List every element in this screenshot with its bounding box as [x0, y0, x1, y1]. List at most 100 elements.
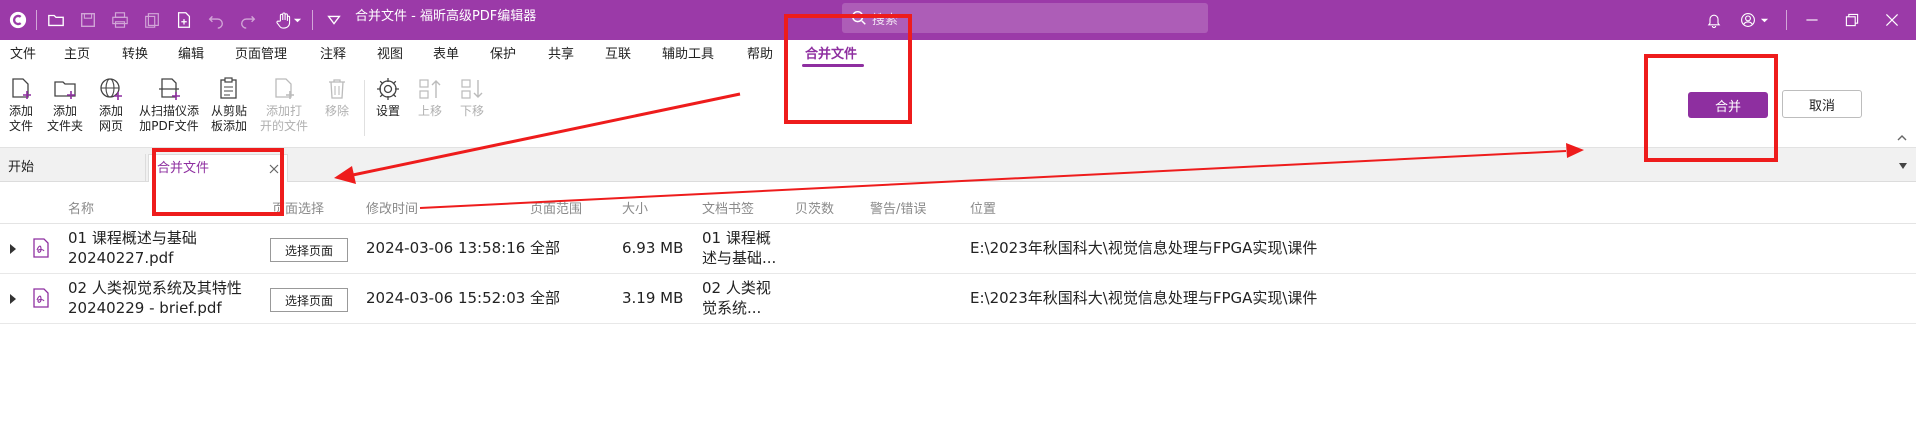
file-name-line1: 01 课程概述与基础	[68, 229, 197, 247]
chevron-down-icon[interactable]	[1756, 6, 1772, 34]
column-header-page-range[interactable]: 页面范围	[530, 198, 582, 217]
settings-button[interactable]: 设置	[370, 76, 406, 119]
add-open-file-icon	[275, 78, 294, 99]
file-name-line2: 20240229 - brief.pdf	[68, 299, 222, 317]
redo-icon[interactable]	[236, 8, 260, 32]
tab-start[interactable]: 开始	[0, 154, 146, 182]
annotation-box-merge	[1644, 54, 1778, 162]
menu-file[interactable]: 文件	[10, 46, 36, 64]
menu-home[interactable]: 主页	[64, 46, 90, 64]
menu-connect[interactable]: 互联	[605, 46, 631, 64]
collapse-ribbon-icon[interactable]	[1896, 132, 1908, 144]
add-file-button[interactable]: 添加 文件	[4, 76, 38, 134]
file-size: 6.93 MB	[622, 239, 684, 257]
undo-icon[interactable]	[204, 8, 228, 32]
file-size: 3.19 MB	[622, 289, 684, 307]
new-document-icon[interactable]	[172, 8, 196, 32]
page-range: 全部	[530, 239, 561, 257]
bell-icon[interactable]	[1700, 6, 1728, 34]
menu-help[interactable]: 帮助	[747, 46, 773, 64]
add-from-scanner-label-2: 加PDF文件	[139, 119, 199, 133]
bookmark-line2: 觉系统...	[702, 299, 762, 317]
add-file-icon	[12, 78, 31, 99]
add-from-scanner-button[interactable]: 从扫描仪添 加PDF文件	[134, 76, 204, 134]
gear-icon	[377, 78, 399, 100]
bookmark-line2: 述与基础...	[702, 249, 777, 267]
add-folder-label-2: 文件夹	[46, 119, 83, 133]
column-header-modified[interactable]: 修改时间	[366, 198, 418, 217]
table-row[interactable]: 01 课程概述与基础 20240227.pdf 选择页面 2024-03-06 …	[0, 224, 1916, 274]
add-open-files-label-2: 开的文件	[259, 119, 308, 133]
customize-toolbar-icon[interactable]	[322, 8, 346, 32]
column-header-name[interactable]: 名称	[68, 198, 94, 217]
add-folder-label-1: 添加	[52, 104, 77, 118]
add-from-scanner-label-1: 从扫描仪添	[138, 104, 199, 118]
column-header-bates[interactable]: 贝茨数	[795, 198, 834, 217]
ribbon: 添加 文件 添加 文件夹 添加 网页 从扫描仪添 加PDF文件 从剪贴 板添加 …	[0, 72, 1916, 148]
add-folder-button[interactable]: 添加 文件夹	[44, 76, 86, 134]
title-bar: 合并文件 - 福昕高级PDF编辑器 搜索	[0, 0, 1916, 40]
open-folder-icon[interactable]	[44, 8, 68, 32]
add-webpage-label-2: 网页	[98, 119, 123, 133]
add-open-files-button[interactable]: 添加打 开的文件	[256, 76, 312, 134]
menu-convert[interactable]: 转换	[122, 46, 148, 64]
restore-icon[interactable]	[1838, 6, 1866, 34]
menu-page-management[interactable]: 页面管理	[235, 46, 287, 64]
menu-protect[interactable]: 保护	[490, 46, 516, 64]
window-title: 合并文件 - 福昕高级PDF编辑器	[355, 9, 537, 24]
expand-arrow-icon[interactable]	[8, 293, 18, 305]
save-icon[interactable]	[76, 8, 100, 32]
expand-arrow-icon[interactable]	[8, 243, 18, 255]
file-name-line2: 20240227.pdf	[68, 249, 174, 267]
add-webpage-label-1: 添加	[98, 104, 123, 118]
settings-label: 设置	[375, 104, 400, 118]
annotation-box-tab	[152, 148, 284, 216]
add-open-files-label-1: 添加打	[265, 104, 302, 118]
file-list-header: 名称 页面选择 修改时间 页面范围 大小 文档书签 贝茨数 警告/错误 位置	[0, 190, 1916, 224]
minimize-icon[interactable]	[1798, 6, 1826, 34]
globe-icon	[100, 78, 122, 100]
modified-time: 2024-03-06 13:58:16	[366, 239, 526, 257]
menu-form[interactable]: 表单	[433, 46, 459, 64]
column-header-warnings[interactable]: 警告/错误	[870, 198, 926, 217]
bookmark-line1: 01 课程概	[702, 229, 771, 247]
add-from-clipboard-label-2: 板添加	[210, 119, 247, 133]
move-down-label: 下移	[459, 104, 484, 118]
column-header-size[interactable]: 大小	[622, 198, 648, 217]
file-location: E:\2023年秋国科大\视觉信息处理与FPGA实现\课件	[970, 239, 1318, 257]
separator	[36, 10, 37, 30]
select-pages-button[interactable]: 选择页面	[270, 238, 348, 262]
menu-edit[interactable]: 编辑	[178, 46, 204, 64]
copy-document-icon[interactable]	[140, 8, 164, 32]
add-file-label-1: 添加	[8, 104, 33, 118]
add-from-clipboard-button[interactable]: 从剪贴 板添加	[206, 76, 252, 134]
close-icon[interactable]	[1878, 6, 1906, 34]
select-pages-button[interactable]: 选择页面	[270, 288, 348, 312]
add-from-clipboard-label-1: 从剪贴	[210, 104, 247, 118]
move-up-button[interactable]: 上移	[412, 76, 448, 119]
chevron-down-icon[interactable]	[290, 8, 304, 32]
menu-accessibility[interactable]: 辅助工具	[662, 46, 714, 64]
page-range: 全部	[530, 289, 561, 307]
separator	[1786, 10, 1787, 30]
remove-button[interactable]: 移除	[318, 76, 356, 119]
menu-share[interactable]: 共享	[548, 46, 574, 64]
clipboard-icon	[220, 77, 237, 99]
print-icon[interactable]	[108, 8, 132, 32]
trash-icon	[329, 79, 345, 99]
menu-bar: 文件 主页 转换 编辑 页面管理 注释 视图 表单 保护 共享 互联 辅助工具 …	[0, 40, 1916, 72]
menu-view[interactable]: 视图	[377, 46, 403, 64]
file-name-line1: 02 人类视觉系统及其特性	[68, 279, 242, 297]
ribbon-separator	[364, 80, 365, 136]
scanner-icon	[159, 78, 180, 100]
tab-list-dropdown-icon[interactable]	[1898, 162, 1908, 170]
cancel-button[interactable]: 取消	[1782, 90, 1862, 118]
remove-label: 移除	[324, 104, 349, 118]
move-down-button[interactable]: 下移	[454, 76, 490, 119]
column-header-bookmark[interactable]: 文档书签	[702, 198, 754, 217]
table-row[interactable]: 02 人类视觉系统及其特性 20240229 - brief.pdf 选择页面 …	[0, 274, 1916, 324]
menu-comment[interactable]: 注释	[320, 46, 346, 64]
column-header-location[interactable]: 位置	[970, 198, 996, 217]
add-webpage-button[interactable]: 添加 网页	[94, 76, 128, 134]
annotation-box-menu	[784, 14, 912, 124]
